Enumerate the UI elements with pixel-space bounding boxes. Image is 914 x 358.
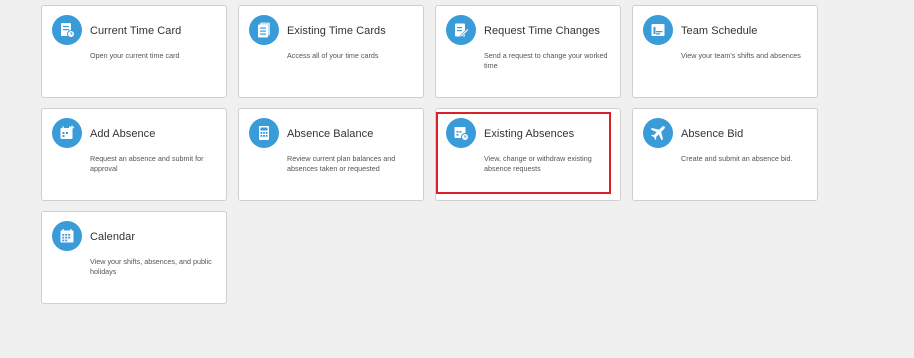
tile-title: Calendar (90, 231, 136, 243)
tile-description: View, change or withdraw existing absenc… (484, 154, 592, 173)
calendar-icon (52, 221, 82, 251)
tile-existing-time-cards[interactable]: Existing Time Cards Access all of your t… (238, 5, 424, 98)
calculator-icon (249, 118, 279, 148)
tile-existing-absences[interactable]: Existing Absences View, change or withdr… (435, 108, 621, 201)
tile-calendar[interactable]: Calendar View your shifts, absences, and… (41, 211, 227, 304)
tile-current-time-card[interactable]: Current Time Card Open your current time… (41, 5, 227, 98)
airplane-icon (643, 118, 673, 148)
tile-title: Request Time Changes (484, 25, 600, 37)
tile-absence-balance[interactable]: Absence Balance Review current plan bala… (238, 108, 424, 201)
tile-request-time-changes[interactable]: Request Time Changes Send a request to c… (435, 5, 621, 98)
add-absence-calendar-icon (52, 118, 82, 148)
time-cards-list-icon (249, 15, 279, 45)
tile-description: Access all of your time cards (287, 51, 379, 60)
tile-description: View your shifts, absences, and public h… (90, 257, 212, 276)
existing-absences-icon (446, 118, 476, 148)
time-card-icon (52, 15, 82, 45)
tile-title: Absence Balance (287, 128, 374, 140)
tile-title: Current Time Card (90, 25, 182, 37)
tile-description: Request an absence and submit for approv… (90, 154, 204, 173)
tile-title: Team Schedule (681, 25, 758, 37)
tile-title: Absence Bid (681, 128, 744, 140)
tile-absence-bid[interactable]: Absence Bid Create and submit an absence… (632, 108, 818, 201)
edit-document-icon (446, 15, 476, 45)
tile-description: Send a request to change your worked tim… (484, 51, 608, 70)
tile-title: Existing Absences (484, 128, 575, 140)
tile-team-schedule[interactable]: Team Schedule View your team's shifts an… (632, 5, 818, 98)
tile-description: View your team's shifts and absences (681, 51, 801, 60)
tile-title: Existing Time Cards (287, 25, 386, 37)
team-schedule-icon (643, 15, 673, 45)
tile-add-absence[interactable]: Add Absence Request an absence and submi… (41, 108, 227, 201)
tile-description: Review current plan balances and absence… (287, 154, 396, 173)
tile-title: Add Absence (90, 128, 156, 140)
tile-description: Create and submit an absence bid. (681, 154, 793, 163)
tile-description: Open your current time card (90, 51, 180, 60)
